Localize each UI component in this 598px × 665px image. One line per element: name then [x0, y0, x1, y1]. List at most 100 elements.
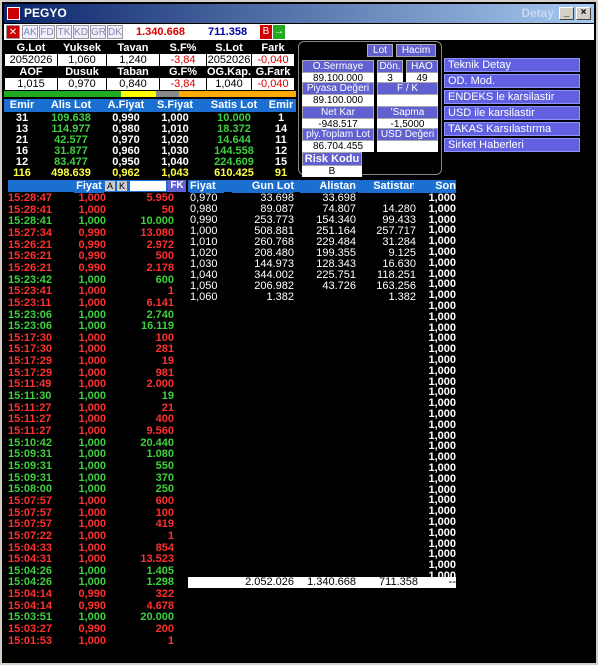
piyasa-label: Piyasa Değeri: [302, 82, 374, 95]
trade-time: 15:01:53: [8, 634, 53, 647]
trade-price: 1,000: [78, 471, 106, 484]
price-table-cell: 1.382: [388, 291, 416, 303]
lot-button[interactable]: Lot: [367, 44, 393, 57]
trade-lot: 19: [161, 355, 174, 368]
trade-lot: 20.440: [140, 436, 174, 449]
trade-lot: 1.405: [146, 564, 174, 577]
trade-price: 1,000: [78, 611, 106, 624]
title-bar[interactable]: PEGYO Detay _ ×: [4, 4, 594, 23]
risk-value: B: [302, 166, 362, 177]
trade-time: 15:04:26: [8, 576, 53, 589]
trade-time: 15:23:11: [8, 296, 52, 309]
summary-value: -3,84: [160, 78, 206, 90]
trade-time: 15:08:00: [8, 483, 53, 496]
trade-price: 1,000: [78, 436, 106, 449]
filter-input[interactable]: [130, 181, 166, 191]
trade-price: 1,000: [78, 378, 106, 391]
right-menu-button[interactable]: ENDEKS le karsilastir: [444, 90, 580, 104]
trade-lot: 600: [155, 494, 174, 507]
trade-price: 0,990: [78, 250, 106, 263]
trade-price: 1,000: [78, 518, 106, 531]
tab-gr[interactable]: GR: [90, 25, 106, 39]
trade-time: 15:26:21: [8, 238, 53, 251]
k-button[interactable]: K: [117, 181, 127, 191]
trade-time: 15:28:47: [8, 192, 53, 204]
scroll-area: [588, 41, 596, 663]
detail-label[interactable]: Detay: [521, 6, 554, 20]
tab-dk[interactable]: DK: [107, 25, 123, 39]
trade-time: 15:26:21: [8, 261, 53, 274]
info-panel: Lot Hacim O.Sermaye 89.100.000 Dön. 3 HA…: [298, 41, 442, 177]
total-volume: 1.340.668: [136, 26, 185, 38]
trade-lot: 250: [155, 483, 174, 496]
a-button[interactable]: A: [105, 181, 115, 191]
trade-lot: 200: [155, 623, 174, 636]
osermaye-label: O.Sermaye: [302, 60, 374, 73]
app-icon: [7, 7, 20, 20]
trade-time: 15:07:57: [8, 518, 53, 531]
summary-value: 0,970: [58, 78, 106, 90]
trade-lot: 370: [155, 471, 174, 484]
tab-ak[interactable]: AK: [22, 25, 38, 39]
trade-price: 1,000: [78, 401, 106, 414]
trade-time: 15:23:41: [8, 285, 53, 298]
trade-time: 15:17:29: [8, 366, 53, 379]
trade-time: 15:26:21: [8, 250, 53, 263]
sapma-label: 'Sapma: [377, 106, 438, 119]
trade-lot: 600: [155, 273, 174, 286]
trade-price: 1,000: [78, 459, 106, 472]
depth-cell: 498.639: [51, 167, 91, 179]
tab-tk[interactable]: TK: [56, 25, 72, 39]
summary-value: 1,240: [107, 54, 159, 66]
tab-kd[interactable]: KD: [73, 25, 89, 39]
arrow-right-icon[interactable]: →: [273, 25, 285, 39]
trade-price: 1,000: [78, 320, 106, 333]
right-menu-button[interactable]: USD ile karsilastir: [444, 106, 580, 120]
trade-lot: 10.000: [140, 215, 174, 228]
trade-price: 1,000: [78, 541, 106, 554]
trade-lot: 2.740: [146, 308, 174, 321]
close-x-icon[interactable]: ✕: [6, 25, 20, 39]
trade-price: 1,000: [78, 215, 106, 228]
ply-label: ply.Toplam Lot: [302, 128, 374, 141]
trade-time: 15:11:30: [8, 390, 52, 403]
trade-time: 15:09:31: [8, 459, 53, 472]
depth-header: Satis Lot: [202, 99, 266, 112]
trade-lot: 400: [155, 413, 174, 426]
ply-value: 86.704.455: [302, 141, 374, 152]
trade-time: 15:11:27: [8, 425, 52, 437]
trade-price: 1,000: [78, 366, 106, 379]
trade-time: 15:07:57: [8, 506, 53, 519]
depth-header: Emir: [5, 99, 39, 112]
trade-price: 0,990: [78, 261, 106, 274]
trade-price: 1,000: [78, 203, 106, 216]
trade-time: 15:11:49: [8, 378, 52, 391]
trade-time: 15:07:57: [8, 494, 53, 507]
trade-price: 1,000: [78, 390, 106, 403]
trade-price: 1,000: [78, 296, 106, 309]
price-table-header: Satistan: [358, 180, 416, 193]
trade-price: 1,000: [78, 494, 106, 507]
right-menu-button[interactable]: TAKAS Karsılastırma: [444, 122, 580, 136]
tab-fd[interactable]: FD: [39, 25, 55, 39]
trade-price: 1,000: [78, 448, 106, 461]
depth-header: A.Fiyat: [102, 99, 150, 112]
trade-time: 15:11:27: [8, 413, 52, 426]
trade-time: 15:04:33: [8, 541, 53, 554]
close-icon[interactable]: ×: [576, 7, 591, 20]
right-menu-button[interactable]: Sirket Haberleri: [444, 138, 580, 152]
right-menu-button[interactable]: Teknik Detay: [444, 58, 580, 72]
b-button[interactable]: B: [260, 25, 272, 39]
trade-time: 15:07:22: [8, 529, 53, 542]
summary-value: 1,015: [5, 78, 57, 90]
hacim-button[interactable]: Hacim: [396, 44, 436, 57]
trade-lot: 9.560: [146, 425, 174, 437]
trade-time: 15:10:42: [8, 436, 53, 449]
minimize-icon[interactable]: _: [559, 7, 574, 20]
summary-value: 2052026: [5, 54, 57, 66]
trade-lot: 20.000: [140, 611, 174, 624]
depth-cell: 91: [274, 167, 288, 179]
right-menu-button[interactable]: OD. Mod.: [444, 74, 580, 88]
fk-button[interactable]: FK: [168, 180, 186, 192]
trade-lot: 2.972: [146, 238, 174, 251]
